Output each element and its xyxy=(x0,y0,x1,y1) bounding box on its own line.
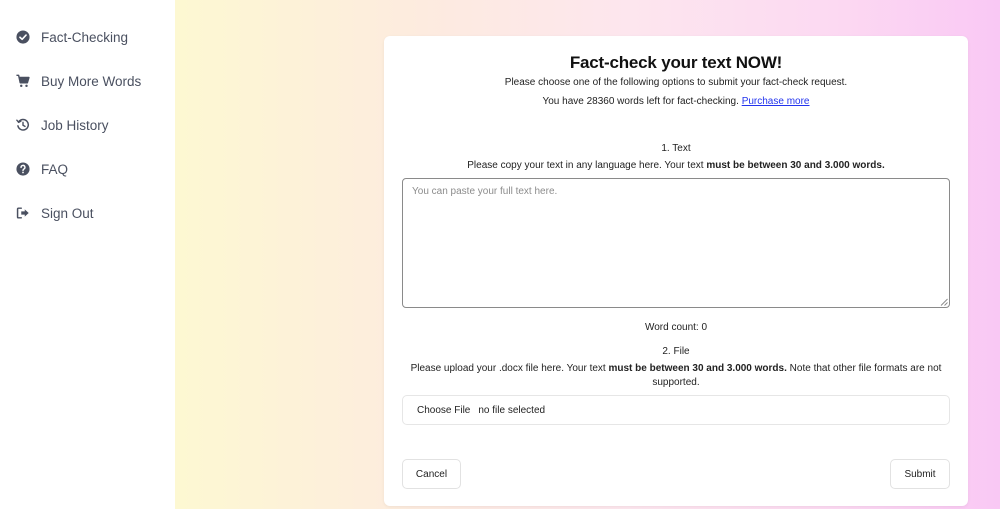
form-subtitle: Please choose one of the following optio… xyxy=(504,77,848,88)
file-upload-field: Choose File no file selected xyxy=(402,395,950,425)
sidebar-item-label: FAQ xyxy=(41,161,69,177)
sidebar-item-label: Buy More Words xyxy=(41,73,142,89)
sidebar-item-job-history[interactable]: Job History xyxy=(0,114,175,136)
sidebar-item-label: Job History xyxy=(41,117,109,133)
file-section-heading: 2. File xyxy=(662,346,690,357)
sidebar: Fact-Checking Buy More Words Job History… xyxy=(0,0,175,509)
sidebar-item-label: Fact-Checking xyxy=(41,29,129,45)
sidebar-item-sign-out[interactable]: Sign Out xyxy=(0,202,175,224)
choose-file-button[interactable]: Choose File xyxy=(417,405,470,416)
text-section-description: Please copy your text in any language he… xyxy=(402,159,950,173)
question-circle-icon xyxy=(16,162,30,176)
file-desc-bold: must be between 30 and 3.000 words. xyxy=(608,363,787,374)
sidebar-item-faq[interactable]: FAQ xyxy=(0,158,175,180)
sidebar-item-buy-more-words[interactable]: Buy More Words xyxy=(0,70,175,92)
text-desc-bold: must be between 30 and 3.000 words. xyxy=(706,160,885,171)
submit-button[interactable]: Submit xyxy=(890,459,950,489)
cancel-button[interactable]: Cancel xyxy=(402,459,461,489)
sidebar-item-fact-checking[interactable]: Fact-Checking xyxy=(0,26,175,48)
sign-out-icon xyxy=(16,206,30,220)
purchase-more-link[interactable]: Purchase more xyxy=(742,96,810,107)
text-desc-pre: Please copy your text in any language he… xyxy=(467,160,704,171)
cart-icon xyxy=(16,74,30,88)
word-count: Word count: 0 xyxy=(644,322,708,333)
sidebar-item-label: Sign Out xyxy=(41,205,94,221)
text-section-heading: 1. Text xyxy=(661,143,691,154)
resize-grip-icon[interactable] xyxy=(940,298,948,306)
words-left-info: You have 28360 words left for fact-check… xyxy=(384,96,968,107)
fact-check-form-card: Fact-check your text NOW! Please choose … xyxy=(384,36,968,506)
words-left-text: You have 28360 words left for fact-check… xyxy=(542,96,739,107)
text-input[interactable] xyxy=(402,178,950,308)
page-title: Fact-check your text NOW! xyxy=(569,53,783,72)
check-circle-icon xyxy=(16,30,30,44)
file-status: no file selected xyxy=(478,404,546,416)
file-desc-pre: Please upload your .docx file here. Your… xyxy=(410,363,606,374)
file-section-description: Please upload your .docx file here. Your… xyxy=(402,362,950,390)
history-icon xyxy=(16,118,30,132)
